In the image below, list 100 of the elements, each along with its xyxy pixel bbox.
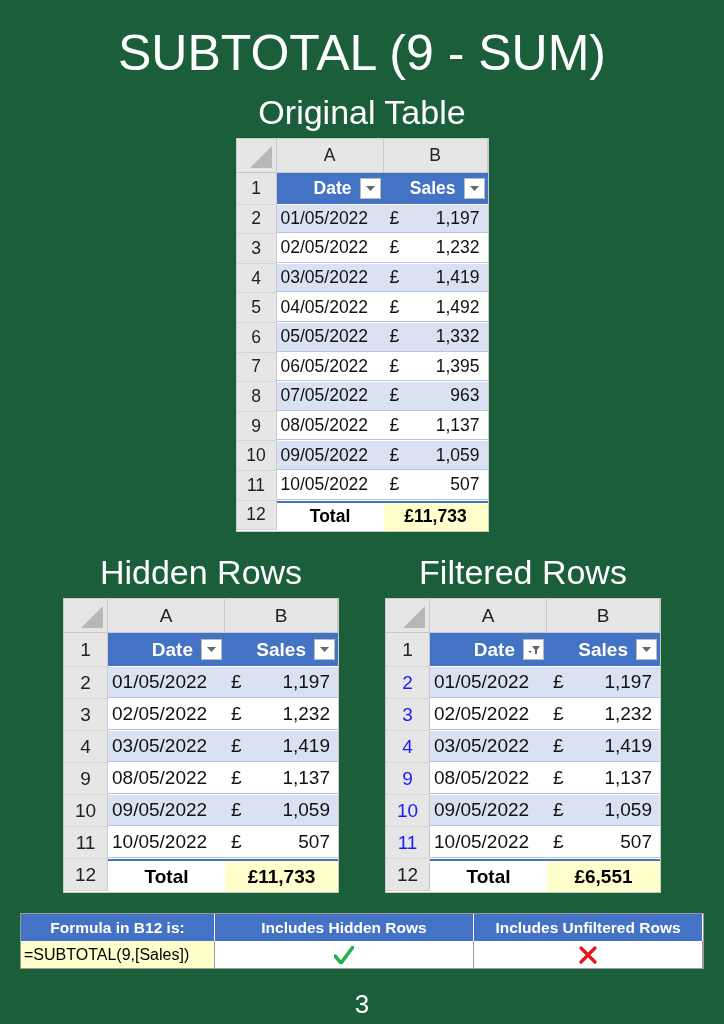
currency-symbol: £ xyxy=(389,355,400,377)
column-header[interactable]: A xyxy=(276,139,384,173)
amount: 1,419 xyxy=(604,735,652,758)
amount: 507 xyxy=(298,831,330,854)
caret-icon xyxy=(320,647,329,653)
row-number[interactable]: 10 xyxy=(236,441,277,471)
filter-button[interactable] xyxy=(201,639,222,661)
currency-symbol: £ xyxy=(389,296,400,318)
filter-button[interactable] xyxy=(359,177,381,199)
row-number[interactable]: 9 xyxy=(236,411,277,442)
row-number[interactable]: 2 xyxy=(236,204,277,235)
page-title: SUBTOTAL (9 - SUM) xyxy=(118,24,606,83)
date-cell: 09/05/2022 xyxy=(430,795,547,827)
column-header[interactable]: A xyxy=(430,599,547,634)
row-number[interactable]: 12 xyxy=(64,859,108,892)
caret-icon xyxy=(469,185,479,191)
header-label: Date xyxy=(313,177,352,199)
amount: 1,232 xyxy=(604,703,652,726)
date-cell: 09/05/2022 xyxy=(108,795,225,827)
caret-icon xyxy=(207,647,216,653)
row-number[interactable]: 1 xyxy=(386,633,430,668)
row-number[interactable]: 3 xyxy=(386,699,430,732)
amount: 1,059 xyxy=(282,799,330,822)
row-number[interactable]: 11 xyxy=(386,827,430,860)
header-label: Date xyxy=(151,638,193,661)
currency-symbol: £ xyxy=(553,671,564,694)
row-number[interactable]: 10 xyxy=(64,795,108,828)
currency-symbol: £ xyxy=(389,267,400,289)
summary-header: Includes Hidden Rows xyxy=(215,914,474,942)
date-cell: 03/05/2022 xyxy=(108,731,225,763)
row-number[interactable]: 11 xyxy=(236,470,277,501)
row-number[interactable]: 12 xyxy=(386,859,430,892)
column-header[interactable]: B xyxy=(383,139,488,173)
currency-symbol: £ xyxy=(231,767,242,790)
column-header[interactable]: B xyxy=(225,599,338,634)
row-number[interactable]: 7 xyxy=(236,352,277,383)
date-cell: 03/05/2022 xyxy=(430,731,547,763)
row-number[interactable]: 12 xyxy=(236,500,277,531)
amount: 1,137 xyxy=(604,767,652,790)
date-cell: 05/05/2022 xyxy=(276,322,384,352)
amount: 1,137 xyxy=(282,767,330,790)
amount: 1,197 xyxy=(282,671,330,694)
table-title: Hidden Rows xyxy=(99,552,303,593)
amount: 1,232 xyxy=(435,237,480,259)
row-number[interactable]: 1 xyxy=(64,633,108,668)
amount: 507 xyxy=(620,831,652,854)
row-number[interactable]: 4 xyxy=(64,731,108,764)
currency-symbol: £ xyxy=(231,735,242,758)
currency-symbol: £ xyxy=(553,703,564,726)
column-header[interactable]: A xyxy=(108,599,225,634)
currency-symbol: £ xyxy=(389,444,400,466)
total-value: £11,733 xyxy=(225,859,338,893)
row-number[interactable]: 6 xyxy=(236,322,277,353)
currency-symbol: £ xyxy=(231,799,242,822)
row-number[interactable]: 9 xyxy=(386,763,430,796)
amount: 1,197 xyxy=(435,207,480,229)
date-cell: 03/05/2022 xyxy=(276,263,384,293)
row-number[interactable]: 3 xyxy=(64,699,108,732)
row-number[interactable]: 8 xyxy=(236,382,277,412)
filter-button[interactable] xyxy=(636,639,657,661)
select-all-icon xyxy=(249,146,272,168)
filter-button[interactable] xyxy=(523,639,544,661)
row-number[interactable]: 4 xyxy=(386,731,430,764)
amount: 1,332 xyxy=(435,326,480,348)
amount: 1,492 xyxy=(435,296,480,318)
currency-symbol: £ xyxy=(553,799,564,822)
amount: 1,419 xyxy=(435,267,480,289)
date-cell: 01/05/2022 xyxy=(108,667,225,699)
filter-icon xyxy=(527,644,540,656)
row-number[interactable]: 3 xyxy=(236,234,277,264)
row-number[interactable]: 2 xyxy=(386,667,430,700)
amount: 1,137 xyxy=(435,415,480,437)
amount: 507 xyxy=(450,474,480,496)
row-number[interactable]: 5 xyxy=(236,293,277,323)
currency-symbol: £ xyxy=(553,735,564,758)
summary-header: Includes Unfiltered Rows xyxy=(474,914,703,942)
currency-symbol: £ xyxy=(231,671,242,694)
filter-button[interactable] xyxy=(463,177,485,199)
amount: 1,059 xyxy=(435,444,480,466)
row-number[interactable]: 1 xyxy=(236,173,277,205)
row-number[interactable]: 4 xyxy=(236,263,277,294)
row-number[interactable]: 2 xyxy=(64,667,108,700)
summary-header: Formula in B12 is: xyxy=(21,914,215,942)
column-header[interactable]: B xyxy=(547,599,660,634)
filter-button[interactable] xyxy=(314,639,335,661)
currency-symbol: £ xyxy=(231,703,242,726)
currency-symbol: £ xyxy=(389,415,400,437)
currency-symbol: £ xyxy=(389,385,400,407)
currency-symbol: £ xyxy=(553,831,564,854)
select-all-icon xyxy=(403,606,425,629)
header-label: Sales xyxy=(409,177,456,199)
caret-icon xyxy=(365,185,375,191)
total-value: £11,733 xyxy=(383,500,488,532)
row-number[interactable]: 10 xyxy=(386,795,430,828)
currency-symbol: £ xyxy=(231,831,242,854)
page-number: 3 xyxy=(354,989,370,1021)
row-number[interactable]: 9 xyxy=(64,763,108,796)
total-value: £6,551 xyxy=(547,859,660,893)
header-label: Date xyxy=(473,638,515,661)
row-number[interactable]: 11 xyxy=(64,827,108,860)
